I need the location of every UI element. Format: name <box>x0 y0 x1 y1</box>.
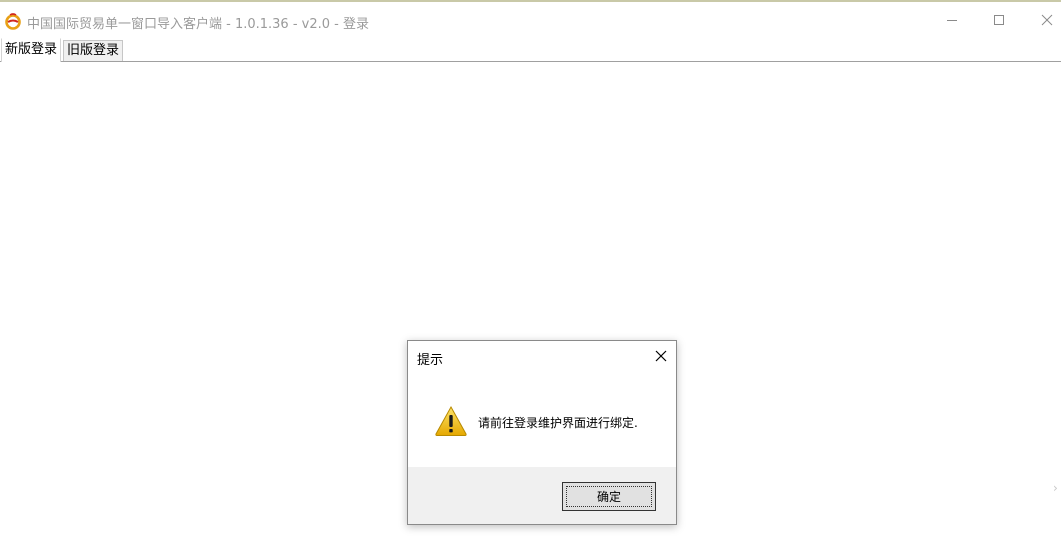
ok-button[interactable]: 确定 <box>562 482 656 511</box>
tab-new-login[interactable]: 新版登录 <box>1 38 62 62</box>
warning-icon <box>434 405 468 437</box>
window-title: 中国国际贸易单一窗口导入客户端 - 1.0.1.36 - v2.0 - 登录 <box>27 17 369 32</box>
message-dialog: 提示 请前往登录维护界面进行绑定. 确定 <box>407 340 677 525</box>
close-window-button[interactable] <box>1024 2 1061 38</box>
scroll-hint-icon: › <box>1053 481 1058 495</box>
tab-divider <box>0 61 1061 62</box>
app-logo-icon <box>4 12 22 30</box>
close-icon <box>1041 11 1053 30</box>
title-bar[interactable]: 中国国际贸易单一窗口导入客户端 - 1.0.1.36 - v2.0 - 登录 <box>0 2 1061 38</box>
close-icon <box>655 347 667 366</box>
minimize-button[interactable] <box>929 2 975 38</box>
dialog-message: 请前往登录维护界面进行绑定. <box>478 416 638 430</box>
minimize-icon <box>946 11 958 30</box>
maximize-button[interactable] <box>976 2 1022 38</box>
app-window: 中国国际贸易单一窗口导入客户端 - 1.0.1.36 - v2.0 - 登录 新… <box>0 0 1061 537</box>
ok-button-label: 确定 <box>596 490 621 504</box>
dialog-title: 提示 <box>417 353 444 368</box>
tab-old-login[interactable]: 旧版登录 <box>63 40 124 61</box>
dialog-close-button[interactable] <box>648 345 674 367</box>
maximize-icon <box>993 11 1005 30</box>
